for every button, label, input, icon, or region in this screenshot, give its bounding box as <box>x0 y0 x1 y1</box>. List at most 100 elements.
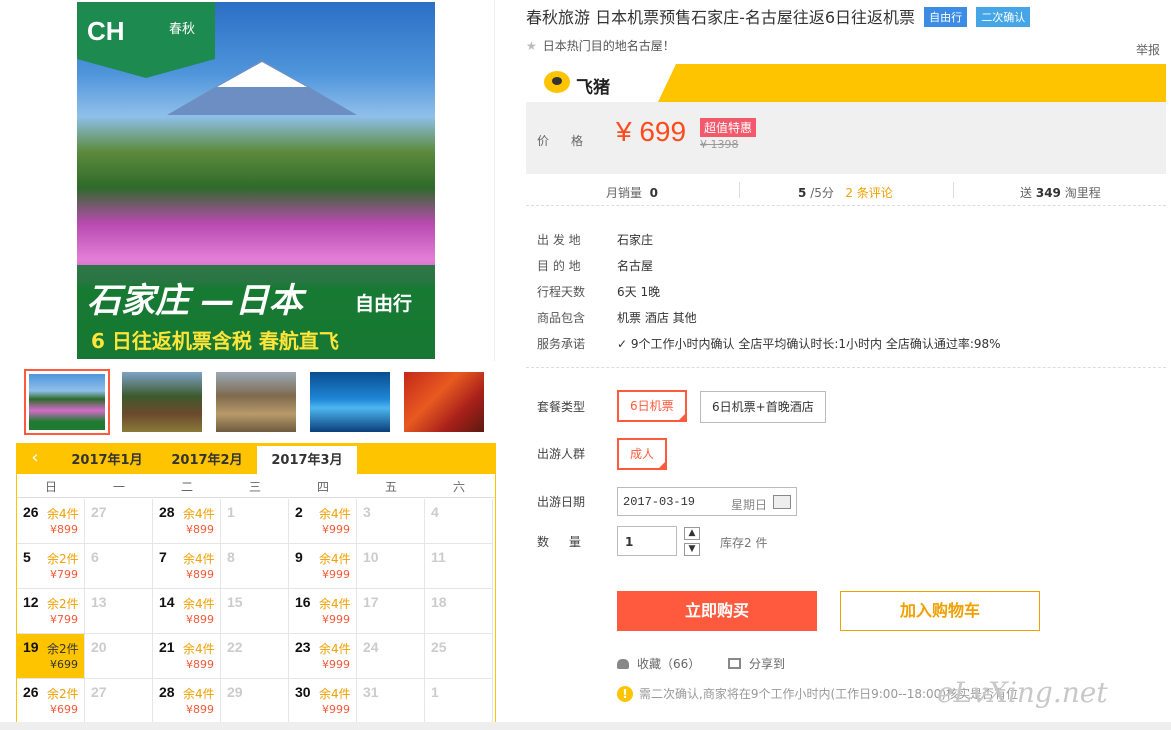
day-stock: 余4件 <box>183 687 215 701</box>
calendar-day: 25 <box>425 634 493 679</box>
package-option-1[interactable]: 6日机票 <box>617 390 687 422</box>
calendar-icon[interactable] <box>773 495 791 509</box>
title-text: 春秋旅游 日本机票预售石家庄-名古屋往返6日往返机票 <box>526 8 916 27</box>
heart-icon <box>617 659 629 669</box>
day-number: 24 <box>363 639 379 655</box>
chevron-left-icon[interactable]: ‹ <box>25 448 45 468</box>
tab-month-3[interactable]: 2017年3月 <box>257 446 357 474</box>
product-subtitle: ★ 日本热门目的地名古屋！ <box>526 37 675 54</box>
calendar-day: 3 <box>357 499 425 544</box>
info-value: 机票 酒店 其他 <box>617 311 697 325</box>
promo-badge: 超值特惠 <box>700 118 757 137</box>
calendar-day[interactable]: 14 余4件 ¥899 <box>153 589 221 634</box>
day-number: 23 <box>295 639 311 655</box>
price-box: 飞猪 价格 ¥ 699 超值特惠 ¥ 1398 <box>526 64 1166 174</box>
points-suffix: 淘里程 <box>1064 186 1101 200</box>
sales-value: 0 <box>649 186 659 200</box>
calendar-day: 13 <box>85 589 153 634</box>
calendar-day[interactable]: 2 余4件 ¥999 <box>289 499 357 544</box>
day-stock: 余4件 <box>319 642 351 656</box>
reviews-link[interactable]: 2 条评论 <box>845 186 892 200</box>
brand-name: 飞猪 <box>576 78 610 98</box>
tab-month-1[interactable]: 2017年1月 <box>57 446 157 474</box>
star-icon: ★ <box>526 39 537 53</box>
info-value: ✓ 9个工作小时内确认 全店平均确认时长:1小时内 全店确认通过率:98% <box>617 335 1001 352</box>
day-number: 28 <box>159 504 175 520</box>
image-banner: 石家庄 —日本 自由行 6 日往返机票含税 春航直飞 <box>77 265 435 359</box>
thumbnail-4[interactable] <box>310 372 390 432</box>
calendar-day[interactable]: 23 余4件 ¥999 <box>289 634 357 679</box>
calendar-day: 4 <box>425 499 493 544</box>
day-stock: 余2件 <box>47 687 79 701</box>
package-option-2[interactable]: 6日机票+首晚酒店 <box>700 391 826 423</box>
day-stock: 余4件 <box>319 552 351 566</box>
add-to-cart-button[interactable]: 加入购物车 <box>840 591 1040 631</box>
chevron-up-icon[interactable]: ▲ <box>684 527 700 540</box>
calendar-day[interactable]: 5 余2件 ¥799 <box>17 544 85 589</box>
calendar-day[interactable]: 21 余4件 ¥899 <box>153 634 221 679</box>
calendar-day[interactable]: 26 余2件 ¥699 <box>17 679 85 724</box>
day-number: 27 <box>91 684 107 700</box>
report-link[interactable]: 举报 <box>1136 41 1160 58</box>
points: 送 349 淘里程 <box>1020 184 1101 201</box>
day-price: ¥999 <box>322 658 350 671</box>
check-icon: ✓ <box>617 337 628 351</box>
day-stock: 余4件 <box>183 642 215 656</box>
tab-month-2[interactable]: 2017年2月 <box>157 446 257 474</box>
thumbnail-2[interactable] <box>122 372 202 432</box>
calendar-day[interactable]: 28 余4件 ¥899 <box>153 679 221 724</box>
calendar-day[interactable]: 7 余4件 ¥899 <box>153 544 221 589</box>
divider <box>739 182 740 198</box>
calendar-day[interactable]: 19 余2件 ¥699 <box>17 634 85 679</box>
calendar-day[interactable]: 9 余4件 ¥999 <box>289 544 357 589</box>
thumbnail-5[interactable] <box>404 372 484 432</box>
info-key: 服务承诺 <box>537 337 586 351</box>
calendar-day: 22 <box>221 634 289 679</box>
calendar-day: 24 <box>357 634 425 679</box>
calendar-day: 31 <box>357 679 425 724</box>
calendar-day[interactable]: 30 余4件 ¥999 <box>289 679 357 724</box>
day-number: 1 <box>431 684 439 700</box>
day-number: 30 <box>295 684 311 700</box>
subtitle-text: 日本热门目的地名古屋！ <box>542 39 675 53</box>
info-key: 行程天数 <box>537 285 586 299</box>
calendar-day[interactable]: 12 余2件 ¥799 <box>17 589 85 634</box>
calendar-day: 17 <box>357 589 425 634</box>
thumbnail-3[interactable] <box>216 372 296 432</box>
day-number: 9 <box>295 549 303 565</box>
day-stock: 余4件 <box>319 597 351 611</box>
day-number: 16 <box>295 594 311 610</box>
tag-badge: 自由行 <box>924 7 968 27</box>
banner-desc: 6 日往返机票含税 春航直飞 <box>91 329 339 353</box>
thumbnail-1[interactable] <box>24 369 110 435</box>
quantity-input[interactable]: 1 <box>617 526 677 556</box>
traveler-option[interactable]: 成人 <box>617 438 668 470</box>
quantity-value: 1 <box>625 535 634 549</box>
day-price: ¥999 <box>322 613 350 626</box>
day-number: 13 <box>91 594 107 610</box>
rating: 5 /5分 2 条评论 <box>798 184 893 201</box>
original-price: ¥ 1398 <box>700 138 739 151</box>
favorite-label: 收藏（66） <box>637 657 701 671</box>
favorite-button[interactable]: 收藏（66） <box>617 655 700 672</box>
sales-label: 月销量 <box>606 186 643 200</box>
buy-now-button[interactable]: 立即购买 <box>617 591 817 631</box>
share-button[interactable]: 分享到 <box>728 655 785 672</box>
chevron-down-icon[interactable]: ▼ <box>684 543 700 556</box>
day-price: ¥699 <box>50 703 78 716</box>
section-divider <box>526 367 1166 368</box>
calendar-day[interactable]: 26 余4件 ¥899 <box>17 499 85 544</box>
day-stock: 余4件 <box>319 507 351 521</box>
calendar-day[interactable]: 28 余4件 ¥899 <box>153 499 221 544</box>
calendar-day: 8 <box>221 544 289 589</box>
day-price: ¥999 <box>322 523 350 536</box>
calendar-day[interactable]: 16 余4件 ¥999 <box>289 589 357 634</box>
price-value: ¥ 699 <box>616 116 687 147</box>
warning-icon: ! <box>617 686 633 702</box>
date-picker[interactable]: 2017-03-19 星期日 <box>617 487 797 516</box>
price-calendar: ‹ 2017年1月 2017年2月 2017年3月 日 一 二 三 四 五 六 … <box>16 443 496 728</box>
watermark: eLvXing.net <box>937 676 1108 709</box>
day-number: 19 <box>23 639 39 655</box>
share-label: 分享到 <box>749 657 786 671</box>
bottom-strip <box>0 722 1171 730</box>
